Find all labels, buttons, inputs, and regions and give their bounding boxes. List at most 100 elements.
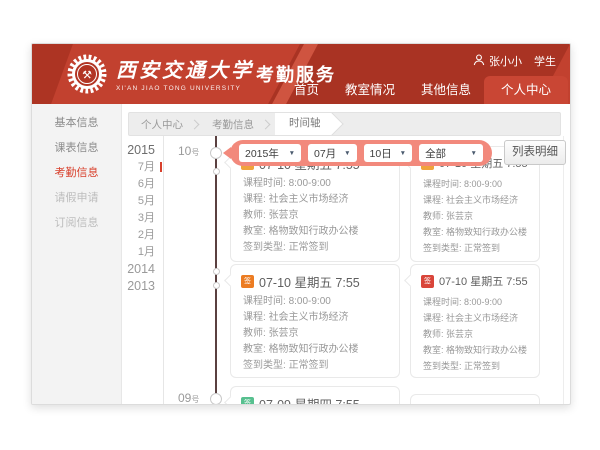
type-dropdown[interactable]: 全部▼ [419, 144, 483, 162]
year-dropdown[interactable]: 2015年▼ [239, 144, 301, 162]
nav-tab[interactable]: 教室情况 [332, 76, 408, 104]
timeline-scale-label: 3月 [138, 212, 155, 224]
sidebar-item[interactable]: 课表信息 [32, 136, 121, 161]
card-title: 07-09 星期四 7:55 [259, 394, 360, 406]
field-label: 教师: [423, 211, 444, 221]
breadcrumb-item[interactable]: 个人中心 [129, 117, 191, 132]
card-field: 课程: 社会主义市场经济 [423, 310, 529, 326]
card-field: 教师: 张芸京 [423, 208, 529, 224]
field-value: 社会主义市场经济 [446, 313, 518, 323]
timeline-scale-label: 7月 [138, 161, 155, 173]
nav-tab[interactable]: 其他信息 [408, 76, 484, 104]
field-value: 正常签到 [289, 242, 329, 253]
nav-tab-label: 首页 [294, 83, 319, 97]
timeline-node[interactable] [213, 282, 220, 289]
day-number: 10 [178, 144, 191, 158]
field-label: 课程: [423, 195, 444, 205]
card-header: 签 07-10 星期五 7:55 [241, 272, 389, 290]
card-field: 课程时间: 8:00-9:00 [423, 294, 529, 310]
timeline-scale-label: 2月 [138, 229, 155, 241]
breadcrumb-item[interactable]: 考勤信息 [200, 117, 262, 132]
field-value: 8:00-9:00 [464, 179, 502, 189]
chevron-down-icon: ▼ [471, 150, 477, 157]
sidebar-item-label: 考勤信息 [55, 167, 99, 179]
main-nav: 首页教室情况其他信息 个人中心 [281, 76, 568, 104]
timeline-node[interactable] [213, 268, 220, 275]
timeline-scale-item[interactable]: 5月 [120, 193, 155, 210]
chevron-right-icon [261, 119, 271, 129]
timeline-scale-item[interactable]: 2013 [120, 278, 155, 295]
right-divider [563, 136, 564, 404]
attendance-card[interactable]: 签 07-09 星期四 7:55 [230, 386, 400, 405]
timeline-scale-label: 2015 [127, 143, 155, 157]
chevron-down-icon: ▼ [344, 150, 350, 157]
field-value: 正常签到 [464, 243, 500, 253]
timeline-scale-item[interactable]: 6月 [120, 176, 155, 193]
timeline-scale-item[interactable]: 1月 [120, 244, 155, 261]
timeline-scale-label: 1月 [138, 246, 155, 258]
field-label: 课程时间: [243, 178, 286, 189]
card-field: 课程时间: 8:00-9:00 [243, 294, 389, 310]
timeline-scale: 2015 7月 6月 5月 3月 2月 1月 20142013 [120, 142, 160, 295]
card-field: 教室: 格物致知行政办公楼 [243, 342, 389, 358]
header: ⚒ 西安交通大学 XI'AN JIAO TONG UNIVERSITY 考勤服务… [32, 44, 570, 104]
attendance-card[interactable]: 签 07-10 星期五 7:55 课程时间: 8:00-9:00 课程: 社会主… [410, 264, 540, 378]
day-number: 09 [178, 391, 191, 405]
breadcrumb: 个人中心 考勤信息 时间轴 [128, 112, 561, 136]
field-label: 签到类型: [423, 243, 462, 253]
list-detail-button[interactable]: 列表明细 [504, 140, 566, 165]
university-name-cn: 西安交通大学 [116, 54, 254, 83]
card-field: 签到类型: 正常签到 [243, 240, 389, 256]
field-value: 张芸京 [269, 328, 299, 339]
field-label: 课程时间: [423, 179, 462, 189]
timeline-scale-item[interactable]: 7月 [120, 159, 155, 176]
sidebar-item[interactable]: 基本信息 [32, 111, 121, 136]
university-name-en: XI'AN JIAO TONG UNIVERSITY [116, 85, 254, 92]
card-field: 课程: 社会主义市场经济 [243, 310, 389, 326]
card-field: 签到类型: 正常签到 [423, 240, 529, 256]
timeline-scale-item[interactable]: 2015 [120, 142, 155, 159]
user-role: 学生 [534, 53, 556, 69]
attendance-card-stub[interactable] [410, 394, 540, 405]
nav-tab[interactable]: 个人中心 [484, 76, 568, 104]
card-body: 课程时间: 8:00-9:00 课程: 社会主义市场经济 教师: 张芸京 教室:… [421, 294, 529, 374]
sidebar-item-label: 课表信息 [55, 142, 99, 154]
field-value: 格物致知行政办公楼 [446, 345, 527, 355]
timeline-node[interactable] [210, 393, 222, 405]
attendance-card[interactable]: 签 07-10 星期五 7:55 课程时间: 8:00-9:00 课程: 社会主… [230, 264, 400, 378]
day-label-10: 10号 [178, 144, 199, 158]
card-header: 签 07-09 星期四 7:55 [241, 394, 389, 405]
sidebar-item[interactable]: 考勤信息 [32, 161, 121, 186]
card-title: 07-10 星期五 7:55 [439, 273, 528, 289]
timeline-scale-item[interactable]: 2月 [120, 227, 155, 244]
field-value: 张芸京 [446, 329, 473, 339]
card-header: 签 07-10 星期五 7:55 [421, 272, 529, 290]
timeline-node[interactable] [210, 147, 222, 159]
field-label: 课程: [243, 194, 266, 205]
card-title: 07-10 星期五 7:55 [259, 272, 360, 291]
nav-tab-label: 个人中心 [501, 83, 551, 97]
field-label: 签到类型: [243, 360, 286, 371]
sidebar-item[interactable]: 订阅信息 [32, 211, 121, 236]
field-label: 课程时间: [423, 297, 462, 307]
breadcrumb-current: 时间轴 [275, 112, 331, 136]
month-dropdown[interactable]: 07月▼ [308, 144, 357, 162]
timeline-scale-label: 6月 [138, 178, 155, 190]
card-field: 课程时间: 8:00-9:00 [423, 176, 529, 192]
card-field: 课程: 社会主义市场经济 [243, 192, 389, 208]
filter-bar: 2015年▼ 07月▼ 10日▼ 全部▼ [230, 140, 492, 166]
day-suffix: 号 [191, 148, 199, 157]
field-value: 格物致知行政办公楼 [446, 227, 527, 237]
timeline-scale-item[interactable]: 2014 [120, 261, 155, 278]
stamp-icon: 签 [241, 397, 254, 406]
day-dropdown[interactable]: 10日▼ [364, 144, 413, 162]
chevron-down-icon: ▼ [289, 150, 295, 157]
sidebar-item[interactable]: 请假申请 [32, 186, 121, 211]
field-label: 教室: [423, 345, 444, 355]
sidebar-item-label: 订阅信息 [55, 217, 99, 229]
nav-tab[interactable]: 首页 [281, 76, 332, 104]
timeline-node[interactable] [213, 168, 220, 175]
user-info[interactable]: 张小小 学生 [473, 53, 556, 69]
field-value: 8:00-9:00 [289, 296, 331, 307]
timeline-scale-item[interactable]: 3月 [120, 210, 155, 227]
